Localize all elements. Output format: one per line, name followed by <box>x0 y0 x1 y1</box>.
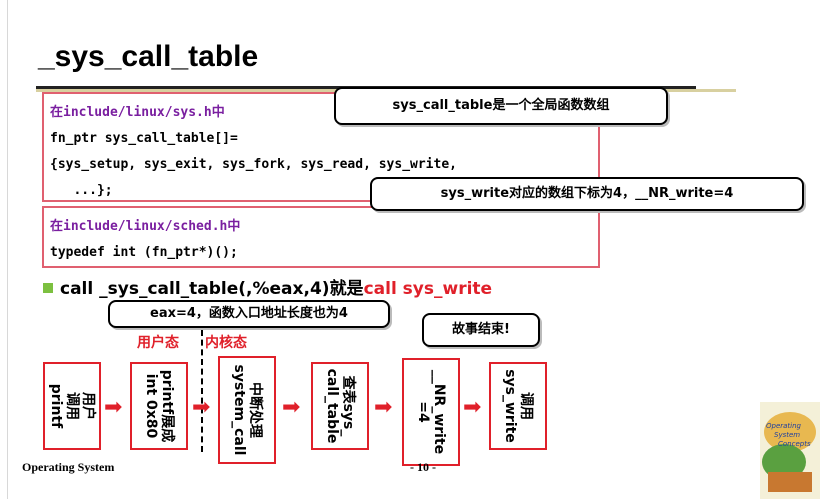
page-number: - 10 - <box>410 460 436 474</box>
callout-global-array: sys_call_table是一个全局函数数组 <box>334 87 668 125</box>
code-line: 在include/linux/sched.h中 <box>50 219 241 234</box>
statement-code: call _sys_call_table(,%eax,4) <box>60 279 330 299</box>
right-arrow-icon: ➡ <box>192 395 211 420</box>
kernel-mode-label: 内核态 <box>205 335 247 351</box>
statement-target: call sys_write <box>363 279 493 299</box>
callout-entry-length: eax=4，函数入口地址长度也为4 <box>108 300 390 328</box>
callout-story-end: 故事结束! <box>422 313 540 347</box>
flow-step-label: 查表sys_ call_table <box>324 368 356 444</box>
callout-array-index: sys_write对应的数组下标为4，__NR_write=4 <box>370 177 804 211</box>
svg-text:Concepts: Concepts <box>778 440 811 448</box>
flow-step-system-call: 中断处理 system_call <box>218 356 276 464</box>
flow-step-label: 调用 sys_write <box>502 369 534 443</box>
flow-step-nr-write: __NR_write =4 <box>402 358 460 466</box>
bullet-icon <box>43 283 53 293</box>
right-arrow-icon: ➡ <box>282 395 301 420</box>
call-statement: call _sys_call_table(,%eax,4)就是call sys_… <box>60 274 492 299</box>
svg-text:Operating: Operating <box>766 422 802 430</box>
flow-step-call-sys-write: 调用 sys_write <box>489 362 547 450</box>
statement-connector: 就是 <box>329 279 364 299</box>
right-arrow-icon: ➡ <box>463 395 482 420</box>
user-mode-label: 用户态 <box>137 335 179 351</box>
flow-step-user-call-printf: 用户 调用 printf <box>43 362 101 450</box>
left-edge-rule <box>7 0 8 499</box>
code-line: typedef int (fn_ptr*)(); <box>50 245 238 260</box>
code-line: {sys_setup, sys_exit, sys_fork, sys_read… <box>50 157 457 172</box>
mode-divider <box>201 330 203 452</box>
flow-step-lookup-table: 查表sys_ call_table <box>311 362 369 450</box>
flow-step-label: 用户 调用 printf <box>48 383 96 429</box>
flow-step-label: 中断处理 system_call <box>231 364 263 456</box>
svg-text:System: System <box>774 431 800 439</box>
right-arrow-icon: ➡ <box>104 395 123 420</box>
flow-step-printf-int80: printf展成 int 0x80 <box>130 362 188 450</box>
footer-course-name: Operating System <box>22 460 115 474</box>
flow-step-label: printf展成 int 0x80 <box>143 369 175 443</box>
code-line: fn_ptr sys_call_table[]= <box>50 131 238 146</box>
code-block-sched-h: 在include/linux/sched.h中 typedef int (fn_… <box>42 206 600 268</box>
book-logo-icon: Operating System Concepts <box>760 402 820 499</box>
slide-title: _sys_call_table <box>38 40 259 73</box>
right-arrow-icon: ➡ <box>374 395 393 420</box>
flow-step-label: __NR_write =4 <box>415 369 447 455</box>
